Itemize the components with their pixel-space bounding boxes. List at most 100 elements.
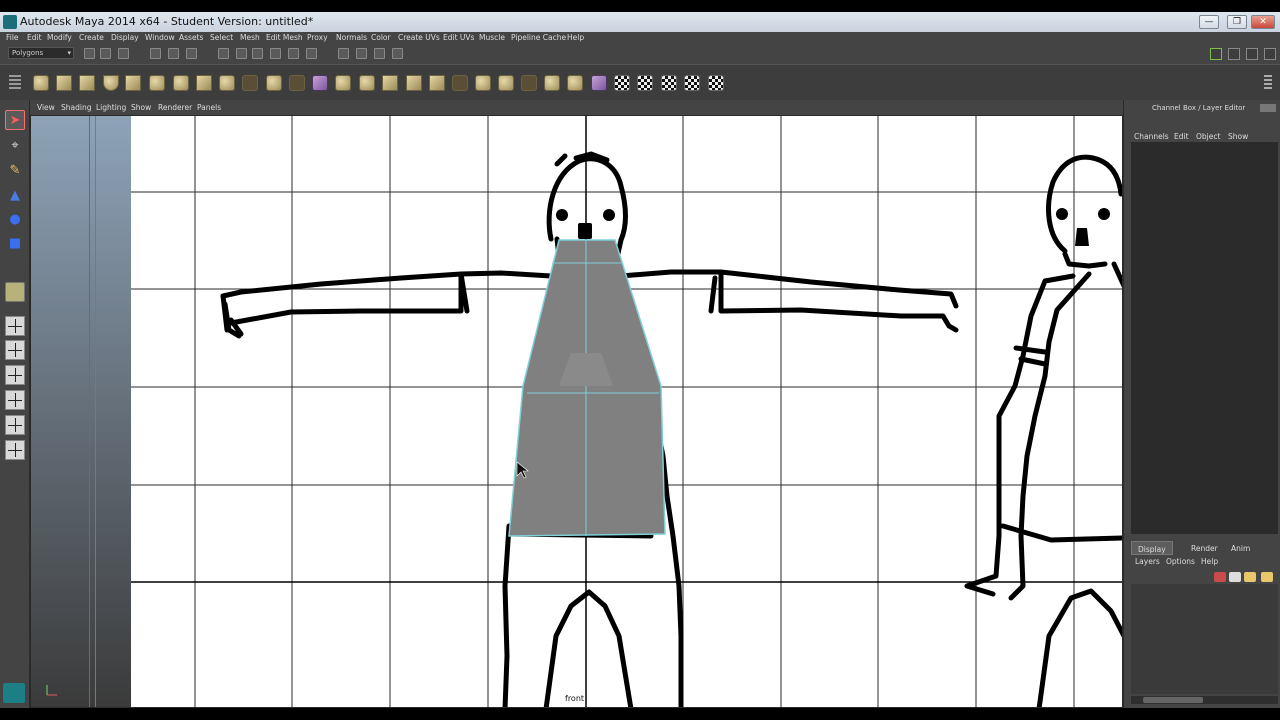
menu-create-uvs[interactable]: Create UVs — [398, 33, 440, 42]
poly-prism-icon[interactable] — [173, 75, 189, 91]
persp-graph-layout-icon[interactable] — [5, 390, 25, 410]
offset-edge-loop-icon[interactable] — [498, 75, 514, 91]
open-scene-icon[interactable] — [100, 48, 111, 59]
split-polygon-icon[interactable] — [452, 75, 468, 91]
four-view-layout-icon[interactable] — [5, 340, 25, 360]
extract-icon[interactable] — [289, 75, 305, 91]
poly-torus-icon[interactable] — [149, 75, 165, 91]
persp-outliner-layout-icon[interactable] — [5, 365, 25, 385]
scale-tool-icon[interactable]: ■ — [5, 234, 25, 254]
single-perspective-layout-icon[interactable] — [5, 316, 25, 336]
poly-cylinder-icon[interactable] — [79, 75, 95, 91]
minimize-button[interactable]: — — [1199, 15, 1219, 29]
poly-pipe-icon[interactable] — [196, 75, 212, 91]
persp-hypergraph-layout-icon[interactable] — [5, 415, 25, 435]
merge-icon[interactable] — [544, 75, 560, 91]
panel-menu-panels[interactable]: Panels — [197, 103, 221, 112]
panel-menu-show[interactable]: Show — [131, 103, 151, 112]
tab-anim[interactable]: Anim — [1225, 541, 1256, 555]
menu-assets[interactable]: Assets — [179, 33, 203, 42]
channel-box-menu-edit[interactable]: Edit — [1174, 132, 1189, 141]
shelf-scroll-grip[interactable] — [1264, 75, 1272, 91]
panel-menu-shading[interactable]: Shading — [61, 103, 91, 112]
front-viewport[interactable]: front — [30, 115, 1123, 708]
move-tool-icon[interactable]: ▲ — [5, 186, 25, 206]
menu-help[interactable]: Help — [567, 33, 584, 42]
boolean-difference-icon[interactable] — [359, 75, 375, 91]
snap-grid-icon[interactable] — [218, 48, 229, 59]
panel-float-icon[interactable] — [1260, 104, 1276, 112]
poly-cube-icon[interactable] — [56, 75, 72, 91]
snap-point-icon[interactable] — [252, 48, 263, 59]
menu-color[interactable]: Color — [371, 33, 391, 42]
panel-menu-lighting[interactable]: Lighting — [96, 103, 126, 112]
tab-render[interactable]: Render — [1185, 541, 1224, 555]
new-layer-icon[interactable] — [1229, 572, 1241, 582]
panel-menu-view[interactable]: View — [37, 103, 55, 112]
insert-edge-loop-icon[interactable] — [475, 75, 491, 91]
cylindrical-mapping-icon[interactable] — [637, 75, 653, 91]
menu-edit[interactable]: Edit — [27, 33, 42, 42]
bridge-icon[interactable] — [406, 75, 422, 91]
layer-menu-help[interactable]: Help — [1201, 557, 1218, 566]
move-layer-icon[interactable] — [1261, 572, 1273, 582]
channel-box-attributes[interactable] — [1131, 142, 1278, 534]
menu-window[interactable]: Window — [145, 33, 175, 42]
render-settings-icon[interactable] — [374, 48, 385, 59]
new-layer-selected-icon[interactable] — [1244, 572, 1256, 582]
maximize-button[interactable]: ❐ — [1227, 15, 1247, 29]
poly-helix-icon[interactable] — [219, 75, 235, 91]
smooth-icon[interactable] — [312, 75, 328, 91]
tab-display[interactable]: Display — [1131, 541, 1173, 555]
show-modeling-toolkit-icon[interactable] — [1210, 48, 1222, 60]
show-channel-box-icon[interactable] — [1264, 48, 1276, 60]
history-icon[interactable] — [306, 48, 317, 59]
extrude-icon[interactable] — [382, 75, 398, 91]
layer-horizontal-scrollbar[interactable] — [1131, 696, 1278, 704]
bevel-icon[interactable] — [521, 75, 537, 91]
show-tool-settings-icon[interactable] — [1246, 48, 1258, 60]
channel-box-menu-channels[interactable]: Channels — [1134, 132, 1169, 141]
maya-app-icon[interactable] — [3, 15, 17, 29]
spherical-mapping-icon[interactable] — [661, 75, 677, 91]
select-tool-icon[interactable]: ➤ — [5, 110, 25, 130]
menu-display[interactable]: Display — [111, 33, 139, 42]
menu-select[interactable]: Select — [210, 33, 233, 42]
menu-mesh[interactable]: Mesh — [240, 33, 260, 42]
menu-edit-uvs[interactable]: Edit UVs — [443, 33, 474, 42]
last-tool-used-icon[interactable] — [5, 282, 25, 302]
uv-texture-editor-icon[interactable] — [684, 75, 700, 91]
make-live-icon[interactable] — [288, 48, 299, 59]
separate-icon[interactable] — [266, 75, 282, 91]
collapse-icon[interactable] — [567, 75, 583, 91]
scrollbar-thumb[interactable] — [1143, 697, 1203, 703]
show-attribute-editor-icon[interactable] — [1228, 48, 1240, 60]
layer-menu-layers[interactable]: Layers — [1135, 557, 1160, 566]
append-polygon-icon[interactable] — [429, 75, 445, 91]
snap-curve-icon[interactable] — [236, 48, 247, 59]
select-hierarchy-icon[interactable] — [150, 48, 161, 59]
close-button[interactable]: ✕ — [1251, 15, 1275, 29]
lasso-tool-icon[interactable]: ⌖ — [5, 136, 25, 156]
channel-box-menu-show[interactable]: Show — [1228, 132, 1248, 141]
poly-cone-icon[interactable] — [103, 75, 119, 91]
boolean-union-icon[interactable] — [335, 75, 351, 91]
snap-plane-icon[interactable] — [270, 48, 281, 59]
planar-mapping-icon[interactable] — [591, 75, 607, 91]
paint-select-tool-icon[interactable]: ✎ — [5, 161, 25, 181]
outliner-persp-layout-icon[interactable] — [5, 440, 25, 460]
poly-plane-icon[interactable] — [125, 75, 141, 91]
rotate-tool-icon[interactable]: ● — [5, 210, 25, 230]
menu-edit-mesh[interactable]: Edit Mesh — [266, 33, 303, 42]
select-component-icon[interactable] — [186, 48, 197, 59]
poly-sphere-icon[interactable] — [33, 75, 49, 91]
checker-map-icon[interactable] — [708, 75, 724, 91]
combine-icon[interactable] — [242, 75, 258, 91]
layer-list[interactable] — [1131, 584, 1278, 694]
hypershade-icon[interactable] — [392, 48, 403, 59]
automatic-mapping-icon[interactable] — [614, 75, 630, 91]
menu-file[interactable]: File — [6, 33, 19, 42]
panel-menu-renderer[interactable]: Renderer — [158, 103, 192, 112]
menu-normals[interactable]: Normals — [336, 33, 367, 42]
shelf-menu-grip[interactable] — [9, 75, 21, 91]
